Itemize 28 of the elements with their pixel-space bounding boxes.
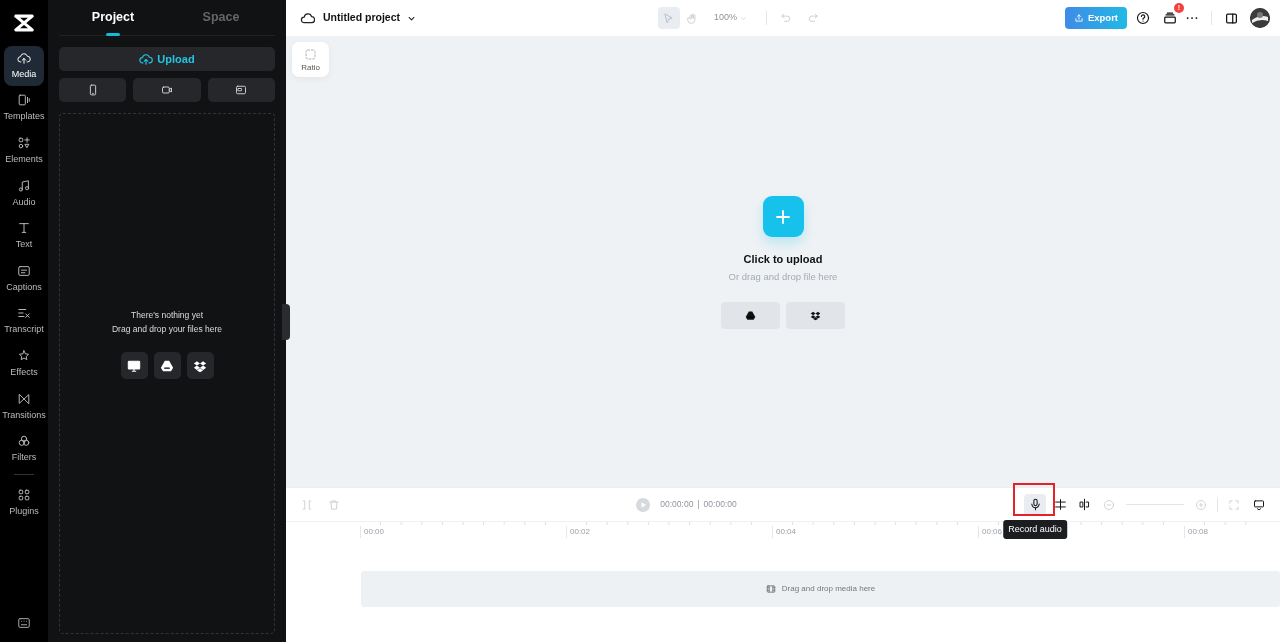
ruler-label: 00:02 — [566, 526, 772, 538]
time-separator: | — [697, 498, 700, 511]
sidebar-item[interactable]: Effects — [4, 344, 44, 385]
track-hint: Drag and drop media here — [781, 583, 876, 595]
ruler-label: 00:08 — [1184, 526, 1280, 538]
sidebar-item[interactable]: Transcript — [4, 301, 44, 342]
upload-button[interactable]: Upload — [59, 47, 275, 71]
total-time: 00:00:00 — [703, 498, 737, 511]
sidebar-item[interactable]: Text — [4, 216, 44, 257]
ruler-label: 00:00 — [360, 526, 566, 538]
sidebar-item[interactable]: Elements — [4, 131, 44, 172]
sidebar-item[interactable]: Templates — [4, 88, 44, 129]
upload-hint: Or drag and drop file here — [728, 269, 838, 284]
sidebar-item[interactable]: Captions — [4, 258, 44, 299]
current-time: 00:00:00 — [660, 498, 694, 511]
upload-title: Click to upload — [743, 252, 823, 267]
tooltip: Record audio — [1003, 519, 1067, 539]
panel-tab[interactable]: Project — [59, 0, 167, 35]
sidebar-item[interactable]: Audio — [4, 173, 44, 214]
sidebar-item[interactable]: Media — [4, 46, 44, 86]
sidebar-item[interactable]: Plugins — [4, 482, 44, 523]
sidebar-item[interactable]: Filters — [4, 429, 44, 470]
ratio-button[interactable]: Ratio — [292, 42, 329, 77]
project-title: Untitled project — [323, 10, 400, 26]
empty-title: There's nothing yet — [131, 309, 203, 322]
ruler-label: 00:04 — [772, 526, 978, 538]
sidebar-item[interactable]: Transitions — [4, 386, 44, 427]
empty-hint: Drag and drop your files here — [111, 323, 223, 336]
